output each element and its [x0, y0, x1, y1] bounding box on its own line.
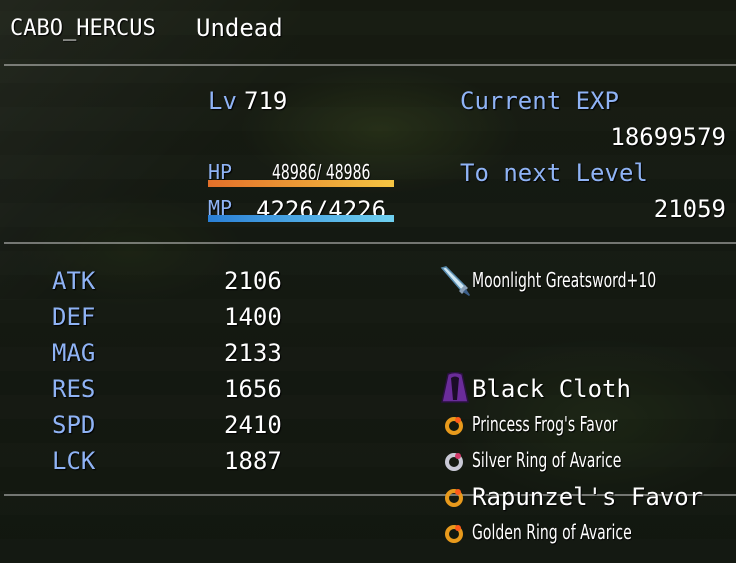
equip-name-accessory-4: Golden Ring of Avarice	[472, 520, 632, 544]
param-value-res: 1656	[224, 375, 282, 403]
equip-name-accessory-1: Princess Frog's Favor	[472, 412, 618, 436]
hp-gauge	[208, 180, 394, 187]
equip-name-weapon: Moonlight Greatsword+10	[472, 268, 657, 292]
param-label-mag: MAG	[52, 339, 96, 367]
mp-gauge-fill	[208, 215, 394, 222]
param-value-lck: 1887	[224, 447, 282, 475]
current-exp-value: 18699579	[610, 123, 726, 151]
param-label-def: DEF	[52, 303, 96, 331]
gold-ring-icon	[445, 525, 463, 543]
actor-class: Undead	[196, 14, 283, 42]
current-exp-label: Current EXP	[460, 87, 619, 115]
param-label-atk: ATK	[52, 267, 96, 295]
param-value-mag: 2133	[224, 339, 282, 367]
silver-ring-icon	[445, 453, 463, 471]
cloak-icon	[441, 372, 469, 403]
sword-icon	[440, 266, 470, 296]
gold-ring-icon	[445, 489, 463, 507]
hp-gauge-fill	[208, 180, 394, 187]
equip-name-armor: Black Cloth	[472, 375, 631, 403]
param-value-spd: 2410	[224, 411, 282, 439]
divider-middle	[4, 242, 736, 244]
equip-name-accessory-2: Silver Ring of Avarice	[472, 448, 622, 472]
actor-name: CABO_HERCUS	[10, 16, 156, 41]
param-label-spd: SPD	[52, 411, 96, 439]
level-value: 719	[244, 87, 288, 115]
next-level-label: To next Level	[460, 159, 648, 187]
param-label-res: RES	[52, 375, 96, 403]
level-label: Lv	[208, 87, 237, 115]
param-value-atk: 2106	[224, 267, 282, 295]
param-value-def: 1400	[224, 303, 282, 331]
next-level-value: 21059	[653, 195, 726, 223]
equip-name-accessory-3: Rapunzel's Favor	[472, 483, 704, 511]
divider-top	[4, 64, 736, 66]
mp-gauge	[208, 215, 394, 222]
gold-ring-icon	[445, 417, 463, 435]
param-label-lck: LCK	[52, 447, 96, 475]
